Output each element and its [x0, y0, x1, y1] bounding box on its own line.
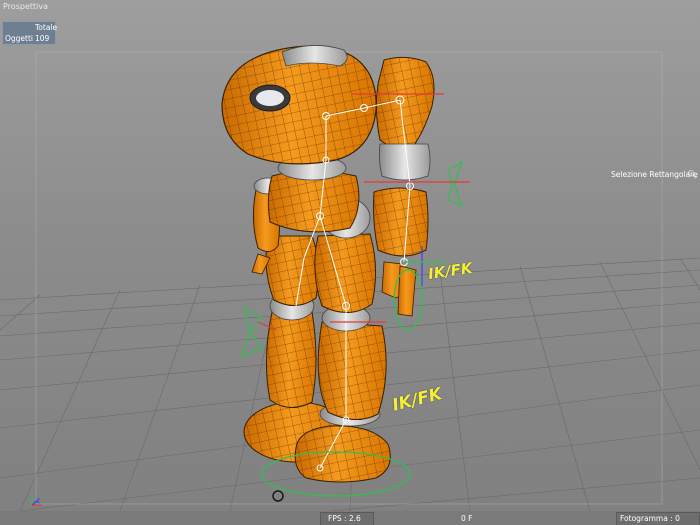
scene-canvas[interactable]: [0, 0, 700, 525]
fps-readout: FPS : 2.6: [328, 514, 361, 523]
current-frame-readout: 0 F: [461, 514, 473, 523]
stats-panel: Totale Oggetti 109: [2, 21, 58, 45]
frame-counter: Fotogramma : 0: [620, 514, 680, 523]
selection-mode-label[interactable]: Selezione Rettangolare: [611, 170, 698, 179]
stats-header: Totale: [35, 23, 58, 32]
perspective-viewport[interactable]: IK/FK IK/FK z Prospettiva Totale Oggetti…: [0, 0, 700, 525]
magnifier-icon[interactable]: 🔍︎: [687, 170, 697, 179]
stats-objects-label: Oggetti: [5, 34, 34, 43]
viewport-title[interactable]: Prospettiva: [3, 2, 48, 11]
axis-z-label: z: [36, 496, 41, 505]
stats-objects-value: 109: [35, 34, 50, 43]
robot-model[interactable]: [221, 45, 435, 483]
